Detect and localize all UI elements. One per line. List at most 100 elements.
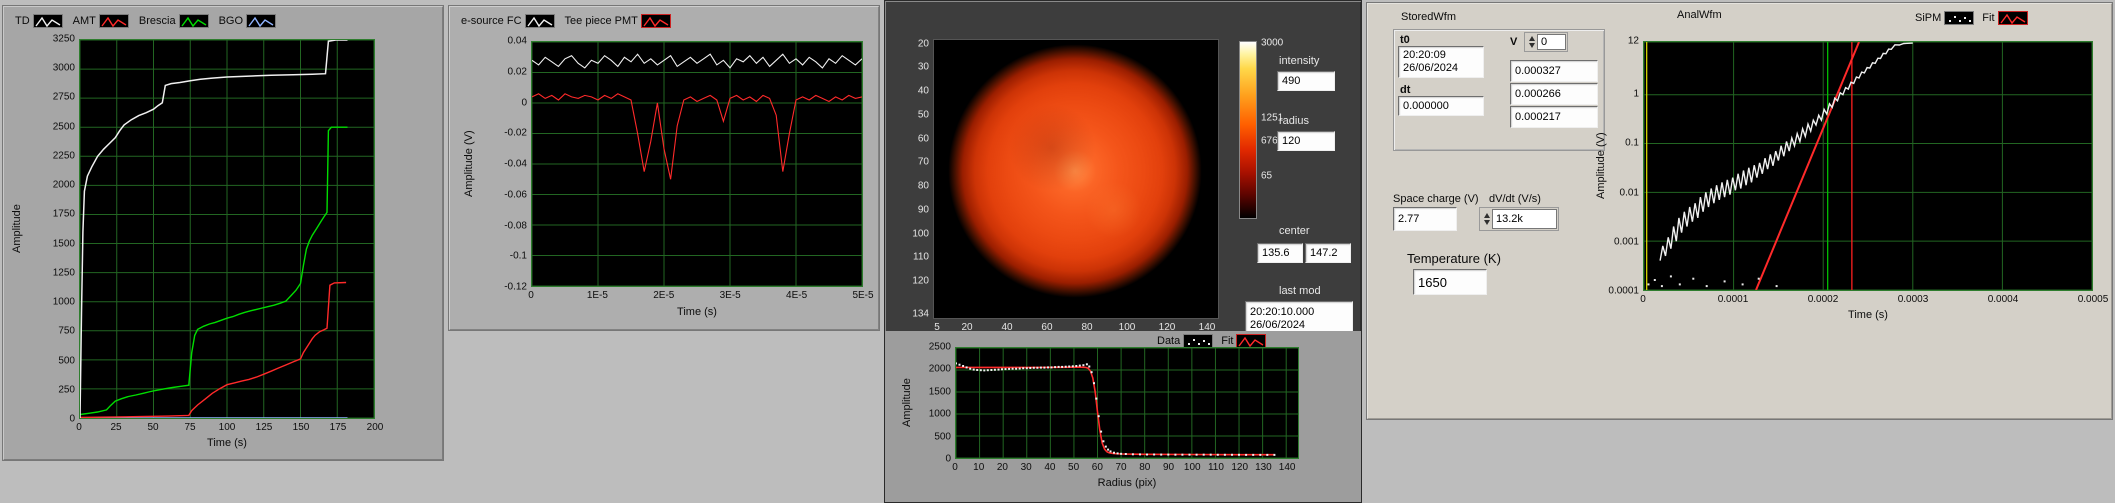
t0-dt-cluster: t0 20:20:09 26/06/2024 dt 0.000000 V 0 0… xyxy=(1393,29,1605,151)
anal-x-ticks: 0 0.0001 0.0002 0.0003 0.0004 0.0005 xyxy=(1640,294,2108,306)
tick-label: 200 xyxy=(366,422,384,433)
legend-item-e-source-fc[interactable]: e-source FC xyxy=(461,14,555,28)
legend-item-amt[interactable]: AMT xyxy=(73,14,129,28)
legend-item-brescia[interactable]: Brescia xyxy=(139,14,209,28)
legend-item-td[interactable]: TD xyxy=(15,14,63,28)
tick-label: 0 xyxy=(528,290,534,301)
legend-item-fit[interactable]: Fit xyxy=(1982,11,2028,25)
tick-label: 0.02 xyxy=(507,66,527,78)
labview-front-panels: { "td_panel": { "legend": [ {"label":"TD… xyxy=(0,0,2115,503)
temperature-value[interactable]: 1650 xyxy=(1413,269,1487,295)
tick-label: 30 xyxy=(917,61,929,73)
anal-plot-area[interactable] xyxy=(1643,41,2093,291)
tick-label: 120 xyxy=(912,275,929,287)
tick-label: 50 xyxy=(147,422,159,433)
fc-x-axis-label: Time (s) xyxy=(677,306,717,318)
td-panel: TD AMT Brescia BGO Amplitude 0 250 500 750 1000… xyxy=(2,5,444,461)
radial-x-ticks: 0 10 20 30 40 50 60 70 80 90 100 110 120 130 140 xyxy=(952,462,1299,474)
intensity-label: intensity xyxy=(1279,55,1320,67)
tick-label: 12 xyxy=(1627,35,1639,47)
legend-item-data[interactable]: Data xyxy=(1157,334,1214,348)
chart-canvas xyxy=(532,42,862,286)
legend-item-fit[interactable]: Fit xyxy=(1221,334,1267,348)
tick-label: 1500 xyxy=(928,386,951,398)
legend-label: SiPM xyxy=(1915,12,1942,24)
tick-label: 1E-5 xyxy=(586,290,608,301)
tick-label: 500 xyxy=(934,431,951,443)
tick-label: 0.0002 xyxy=(1807,294,1839,305)
radial-x-axis-label: Radius (pix) xyxy=(1097,477,1157,489)
tick-label: 0.1 xyxy=(1625,137,1639,149)
tick-label: 1750 xyxy=(52,208,75,220)
anal-y-ticks: 12 1 0.1 0.01 0.001 0.0001 xyxy=(1599,36,1639,297)
td-y-axis-label: Amplitude xyxy=(11,204,23,254)
anal-legend: SiPM Fit xyxy=(1915,11,2028,25)
tick-label: 140 xyxy=(1278,462,1296,473)
tick-label: 3000 xyxy=(52,62,75,74)
tick-label: 1000 xyxy=(52,296,75,308)
t0-time: 20:20:09 xyxy=(1403,49,1446,61)
dvdt-control[interactable]: 13.2k xyxy=(1479,207,1559,231)
v-index-value[interactable]: 0 xyxy=(1537,34,1566,50)
tick-label: 40 xyxy=(917,85,929,97)
radial-plot-area xyxy=(955,347,1299,459)
tick-label: 500 xyxy=(58,355,75,367)
dvdt-value[interactable]: 13.2k xyxy=(1492,209,1557,229)
tick-label: 1250 xyxy=(52,267,75,279)
space-charge-label: Space charge (V) xyxy=(1393,193,1479,205)
tick-label: 2000 xyxy=(928,363,951,375)
tick-label: 175 xyxy=(329,422,347,433)
tick-label: 60 xyxy=(917,133,929,145)
tick-label: 250 xyxy=(58,384,75,396)
legend-glyph xyxy=(640,14,671,28)
legend-label: Fit xyxy=(1221,335,1234,347)
legend-item-tee-piece-pmt[interactable]: Tee piece PMT xyxy=(565,14,671,28)
tick-label: 3250 xyxy=(52,33,75,45)
tick-label: 125 xyxy=(255,422,273,433)
tick-label: 3E-5 xyxy=(719,290,741,301)
intensity-graph: 20 30 40 50 60 70 80 90 100 110 120 134 5 20 40 60 80 10… xyxy=(912,38,1219,333)
center-x-value: 135.6 xyxy=(1257,243,1303,263)
tick-label: 0.04 xyxy=(507,35,527,47)
tick-label: 2000 xyxy=(52,179,75,191)
stored-anal-panel: StoredWfm t0 20:20:09 26/06/2024 dt 0.00… xyxy=(1366,2,2113,420)
tick-label: 110 xyxy=(913,251,929,263)
tick-label: 0 xyxy=(521,97,527,108)
radial-legend: Data Fit xyxy=(1157,334,1267,348)
tick-label: 50 xyxy=(1068,462,1080,473)
tick-label: 2250 xyxy=(52,150,75,162)
tick-label: -0.1 xyxy=(509,250,527,262)
tick-label: 130 xyxy=(1255,462,1272,473)
tick-label: 25 xyxy=(110,422,122,433)
v-index-spinner[interactable]: 0 xyxy=(1524,32,1568,52)
tick-label: 120 xyxy=(1231,462,1249,473)
t0-date: 26/06/2024 xyxy=(1403,62,1459,74)
dt-label: dt xyxy=(1400,84,1411,96)
tick-label: 30 xyxy=(1020,462,1032,473)
tick-label: 90 xyxy=(917,204,929,216)
legend-glyph xyxy=(1997,11,2028,25)
fc-plot-area xyxy=(531,41,863,287)
td-plot-area xyxy=(79,39,375,419)
legend-item-sipm[interactable]: SiPM xyxy=(1915,11,1975,25)
tick-label: 10 xyxy=(973,462,985,473)
legend-item-bgo[interactable]: BGO xyxy=(219,14,277,28)
legend-glyph xyxy=(178,14,209,28)
tick-label: -0.12 xyxy=(504,281,527,293)
spinner-arrows-icon[interactable] xyxy=(1526,36,1537,48)
legend-glyph xyxy=(1183,334,1214,348)
legend-glyph xyxy=(246,14,277,28)
tick-label: 2E-5 xyxy=(653,290,675,301)
fc-y-ticks: 0.04 0.02 0 -0.02 -0.04 -0.06 -0.08 -0.1 -0.12 xyxy=(487,36,527,293)
v-value-2: 0.000217 xyxy=(1510,106,1598,128)
tick-label: 0.0004 xyxy=(1987,294,2019,305)
tick-label: 0 xyxy=(952,462,958,473)
legend-label: e-source FC xyxy=(461,15,522,27)
radial-y-ticks: 2500 2000 1500 1000 500 0 xyxy=(915,342,951,465)
spinner-arrows-icon[interactable] xyxy=(1481,213,1492,225)
tick-label: 0.0001 xyxy=(1717,294,1749,305)
storedwfm-title: StoredWfm xyxy=(1401,11,1457,23)
td-legend: TD AMT Brescia BGO xyxy=(15,14,277,28)
center-y-value: 147.2 xyxy=(1305,243,1351,263)
tick-label: 40 xyxy=(1044,462,1056,473)
